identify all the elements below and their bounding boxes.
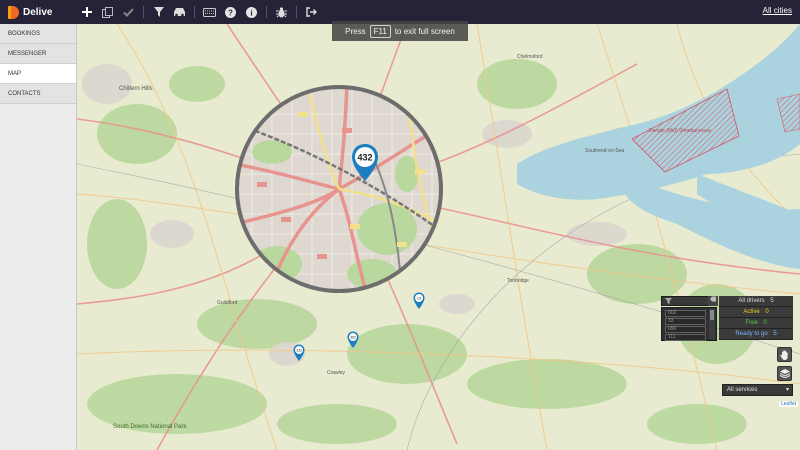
logout-button[interactable] — [301, 0, 322, 24]
sidebar-item-bookings[interactable]: BOOKINGS — [0, 24, 76, 44]
hand-icon — [780, 349, 788, 360]
booking-marker-main[interactable]: 432 — [351, 143, 379, 183]
fullscreen-notice-key: F11 — [369, 24, 391, 38]
map-label-downs: South Downs National Park — [113, 424, 187, 430]
sidebar-item-map[interactable]: MAP — [0, 64, 76, 84]
toolbar-divider — [194, 6, 195, 18]
driver-list-item[interactable]: 33 — [665, 318, 706, 325]
stat-ready[interactable]: Ready to go 5 — [719, 329, 793, 340]
toolbar-divider — [266, 6, 267, 18]
filter-icon — [153, 7, 164, 17]
pan-tool-button[interactable] — [777, 347, 792, 362]
layers-icon — [779, 369, 790, 378]
app-name: Delive — [23, 6, 53, 18]
help-button[interactable]: ? — [220, 0, 241, 24]
stat-all-drivers-label: All drivers — [738, 298, 765, 304]
app-logo[interactable]: Delive — [0, 0, 76, 24]
driver-list-item[interactable]: 090 — [665, 326, 706, 333]
stat-free-count: 0 — [763, 320, 767, 326]
stat-active[interactable]: Active 0 — [719, 307, 793, 318]
booking-marker[interactable]: 333 — [293, 344, 305, 362]
filter-button[interactable] — [148, 0, 169, 24]
stat-all-drivers[interactable]: All drivers 5 — [719, 296, 793, 307]
driver-list-item[interactable]: 111 — [665, 334, 706, 341]
leaflet-attribution-link[interactable]: Leaflet — [779, 401, 799, 407]
map-label-chiltern: Chiltern Hills — [119, 86, 153, 92]
taxi-icon — [174, 8, 185, 17]
chevron-down-icon: ▾ — [785, 387, 789, 393]
booking-marker-label: 360 — [350, 336, 356, 340]
sidebar: BOOKINGS MESSENGER MAP CONTACTS — [0, 24, 77, 450]
booking-marker[interactable]: 13 — [413, 292, 425, 310]
booking-marker[interactable]: 360 — [347, 331, 359, 349]
fullscreen-notice-pre: Press — [345, 26, 366, 36]
layers-button[interactable] — [777, 366, 792, 381]
stat-ready-count: 5 — [773, 331, 777, 337]
toolbar-divider — [143, 6, 144, 18]
svg-text:?: ? — [228, 8, 233, 17]
map-label-crawley: Crawley — [327, 370, 346, 376]
add-booking-button[interactable] — [76, 0, 97, 24]
plus-icon — [81, 7, 92, 17]
bug-icon — [276, 6, 287, 17]
fullscreen-notice-post: to exit full screen — [394, 26, 455, 36]
sidebar-item-contacts[interactable]: CONTACTS — [0, 84, 76, 104]
stat-active-label: Active — [743, 309, 760, 315]
map-label-guildford: Guildford — [217, 300, 238, 306]
booking-marker-label: 333 — [296, 349, 302, 353]
filter-icon — [665, 298, 672, 304]
map-label-southend: Southend-on-Sea — [585, 148, 624, 154]
booking-marker-main-label: 432 — [357, 153, 372, 163]
backspace-icon — [710, 296, 716, 302]
booking-marker-label: 13 — [417, 297, 421, 301]
stat-active-count: 0 — [765, 309, 769, 315]
help-icon: ? — [225, 6, 236, 18]
copy-button[interactable] — [97, 0, 118, 24]
toolbar-divider — [296, 6, 297, 18]
confirm-button[interactable] — [118, 0, 139, 24]
driver-search-clear-button[interactable] — [708, 296, 718, 306]
keyboard-icon — [203, 7, 216, 17]
services-select[interactable]: All services ▾ — [722, 384, 793, 396]
sidebar-item-messenger[interactable]: MESSENGER — [0, 44, 76, 64]
delive-logo-icon — [8, 5, 19, 19]
map-label-tonbridge: Tonbridge — [507, 278, 529, 284]
driver-panel: 002 33 090 111 All drivers 5 Active 0 Fr… — [661, 296, 793, 342]
driver-stats: All drivers 5 Active 0 Free 0 Ready to g… — [719, 296, 793, 342]
stat-all-drivers-count: 5 — [770, 298, 774, 304]
info-button[interactable]: i — [241, 0, 262, 24]
copy-icon — [102, 6, 113, 18]
check-icon — [123, 7, 134, 17]
report-bug-button[interactable] — [271, 0, 292, 24]
map-label-chelmsford: Chelmsford — [517, 54, 543, 60]
keyboard-button[interactable] — [199, 0, 220, 24]
all-cities-link[interactable]: All cities — [763, 6, 792, 15]
stat-free[interactable]: Free 0 — [719, 318, 793, 329]
driver-list[interactable]: 002 33 090 111 — [661, 307, 717, 341]
services-select-value: All services — [727, 387, 758, 393]
driver-list-item[interactable]: 002 — [665, 310, 706, 317]
map-label-danger: Dengie (Mid) Shoeburyness — [649, 128, 711, 134]
map-tiles: Chiltern Hills Chelmsford Southend-on-Se… — [77, 24, 800, 450]
map-view[interactable]: Chiltern Hills Chelmsford Southend-on-Se… — [77, 24, 800, 450]
info-icon: i — [246, 6, 257, 18]
stat-ready-label: Ready to go — [735, 331, 768, 337]
driver-list-scrollbar[interactable] — [709, 309, 715, 339]
logout-icon — [306, 7, 317, 17]
taxi-button[interactable] — [169, 0, 190, 24]
fullscreen-notice: Press F11 to exit full screen — [332, 21, 468, 41]
stat-free-label: Free — [745, 320, 758, 326]
